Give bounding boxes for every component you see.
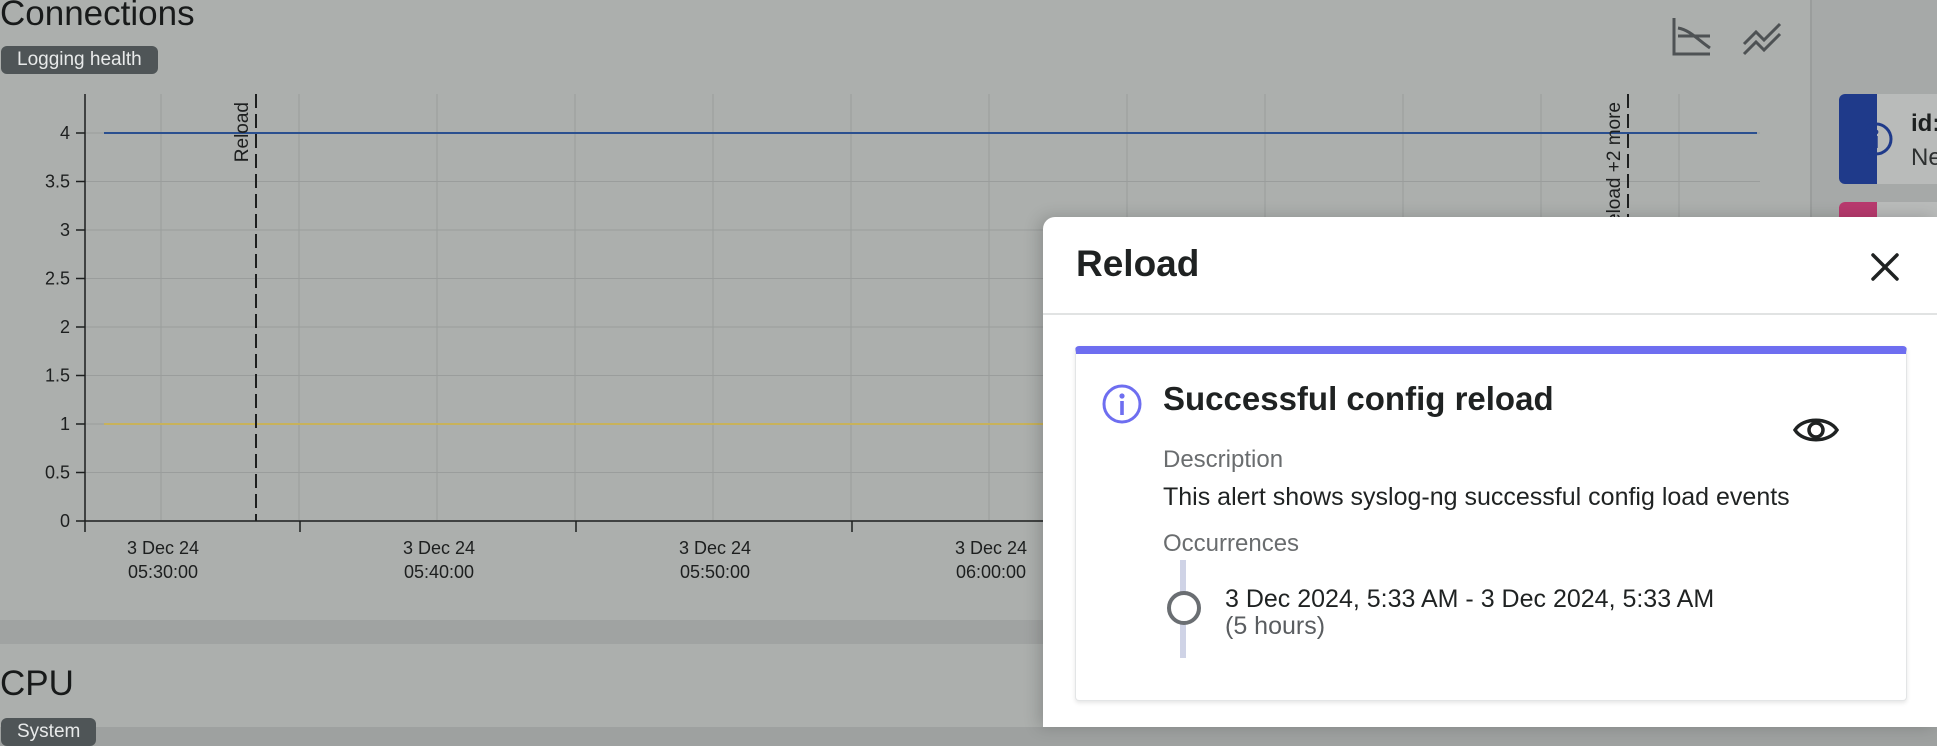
y-tick-label: 2 — [60, 317, 70, 337]
occurrences-label: Occurrences — [1163, 530, 1300, 557]
y-tick-label: 3 — [60, 220, 70, 240]
description-label: Description — [1163, 446, 1284, 473]
y-tick-label: 1.5 — [45, 366, 70, 386]
close-icon[interactable] — [1863, 245, 1907, 289]
cpu-title: CPU — [0, 664, 74, 703]
alert-title: Successful config reload — [1163, 380, 1554, 417]
occurrence-duration: (5 hours) — [1225, 612, 1326, 640]
occurrence-range: 3 Dec 2024, 5:33 AM - 3 Dec 2024, 5:33 A… — [1225, 585, 1715, 613]
connections-title: Connections — [0, 0, 195, 33]
x-tick-date: 3 Dec 24 — [955, 538, 1027, 558]
y-tick-label: 1 — [60, 414, 70, 434]
x-tick-time: 05:50:00 — [680, 562, 750, 582]
description-text: This alert shows syslog-ng successful co… — [1163, 483, 1790, 511]
y-tick-label: 2.5 — [45, 269, 70, 289]
y-tick-label: 0.5 — [45, 463, 70, 483]
x-tick-time: 06:00:00 — [956, 562, 1026, 582]
rail-alert-card[interactable]: id: Ne — [1839, 94, 1937, 184]
system-tag: System — [1, 718, 97, 746]
x-tick-time: 05:40:00 — [404, 562, 474, 582]
info-icon — [1859, 122, 1893, 156]
rail-card-text: Ne — [1911, 144, 1937, 171]
alert-card: Successful config reload Description Thi… — [1075, 346, 1907, 701]
rail-card-id: id: — [1911, 110, 1937, 137]
dialog-title: Reload — [1076, 243, 1200, 284]
annotation-label: Reload — [232, 102, 253, 162]
eye-icon[interactable] — [1792, 406, 1840, 454]
chart-range-icon[interactable] — [1668, 14, 1714, 60]
multi-line-chart-icon[interactable] — [1740, 14, 1786, 60]
timeline-node — [1167, 591, 1201, 625]
reload-dialog: Reload Successful config reload Descript… — [1043, 217, 1937, 727]
x-tick-time: 05:30:00 — [128, 562, 198, 582]
dialog-divider — [1043, 313, 1937, 315]
y-tick-label: 3.5 — [45, 172, 70, 192]
y-tick-label: 4 — [60, 123, 70, 143]
x-tick-date: 3 Dec 24 — [679, 538, 751, 558]
x-tick-date: 3 Dec 24 — [403, 538, 475, 558]
y-tick-label: 0 — [60, 511, 70, 531]
info-icon — [1102, 384, 1142, 424]
x-tick-date: 3 Dec 24 — [127, 538, 199, 558]
